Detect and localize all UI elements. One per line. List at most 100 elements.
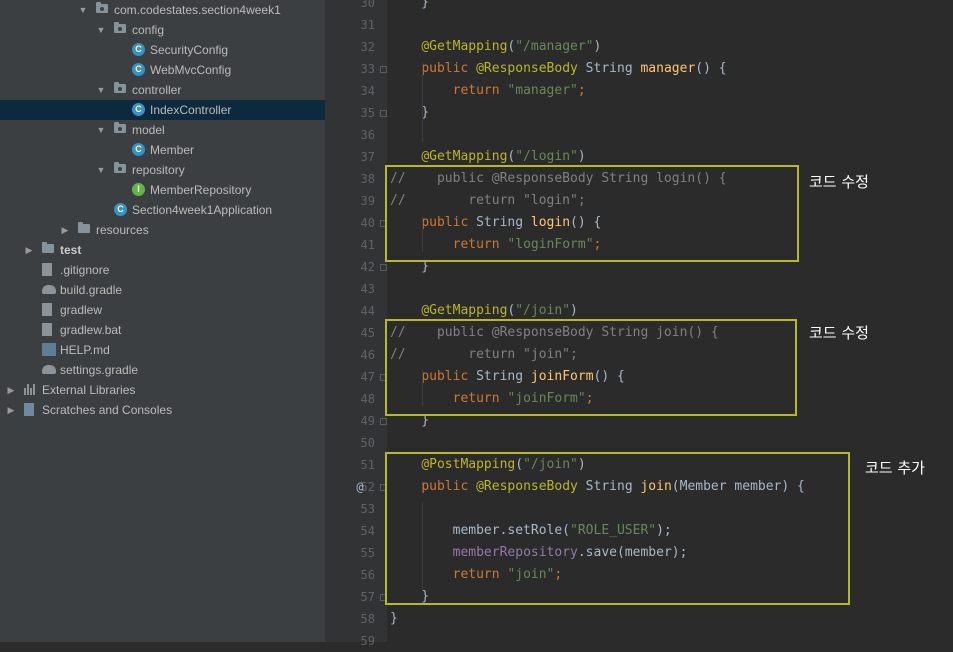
tree-item-label: config [132,23,165,37]
line-number: 58 [360,612,375,626]
gradle-icon [42,365,56,374]
markdown-file-icon [42,343,56,356]
tree-item-external-libraries[interactable]: ▶ External Libraries [0,380,325,400]
line-number: 44 [360,304,375,318]
folder-icon [114,82,126,93]
gradle-icon [42,285,56,294]
class-icon: C [114,203,127,216]
chevron-right-icon[interactable]: ▶ [60,220,70,240]
tree-item-settings-gradle[interactable]: settings.gradle [0,360,325,380]
file-icon [42,263,52,276]
chevron-down-icon[interactable]: ▼ [78,0,88,20]
class-icon: C [132,63,145,76]
line-number: 49 [360,414,375,428]
tree-item-test[interactable]: ▶ test [0,240,325,260]
line-number: 42 [360,260,375,274]
tree-item-label: SecurityConfig [150,43,229,57]
chevron-down-icon[interactable]: ▼ [96,20,106,40]
class-icon: C [132,103,145,116]
line-number: 36 [360,128,375,142]
tree-item-gradlew-bat[interactable]: gradlew.bat [0,320,325,340]
chevron-right-icon[interactable]: ▶ [24,240,34,260]
line-number: 38 [360,172,375,186]
line-number: 56 [360,568,375,582]
fold-marker-icon[interactable] [380,110,387,117]
code-line[interactable]: return "manager"; [390,80,586,102]
line-number: 53 [360,502,375,516]
file-icon [42,303,52,316]
chevron-down-icon[interactable]: ▼ [96,160,106,180]
fold-marker-icon[interactable] [380,418,387,425]
folder-icon [114,22,126,33]
tree-item-webmvcconfig[interactable]: C WebMvcConfig [0,60,325,80]
tree-item-label: HELP.md [60,343,110,357]
tree-item-resources[interactable]: ▶ resources [0,220,325,240]
scratches-icon [24,403,34,416]
class-icon: C [132,143,145,156]
file-icon [42,323,52,336]
chevron-right-icon[interactable]: ▶ [6,380,16,400]
tree-item-label: gradlew [60,303,103,317]
tree-item-label: WebMvcConfig [150,63,232,77]
tree-item-label: Scratches and Consoles [42,403,173,417]
line-number: 41 [360,238,375,252]
annotation-code-modified-login: 코드 수정 [809,173,869,191]
tree-item-gradlew[interactable]: gradlew [0,300,325,320]
tree-item-label: repository [132,163,185,177]
tree-item-label: controller [132,83,182,97]
tree-item-build-gradle[interactable]: build.gradle [0,280,325,300]
line-number: 40 [360,216,375,230]
tree-item-help-md[interactable]: HELP.md [0,340,325,360]
code-line[interactable]: } [390,608,398,630]
libraries-icon [24,384,37,395]
tree-item-label: External Libraries [42,383,136,397]
tree-item-indexcontroller[interactable]: C IndexController [0,100,325,120]
tree-item-label: test [60,243,82,257]
chevron-right-icon[interactable]: ▶ [6,400,16,420]
class-icon: C [132,43,145,56]
fold-marker-icon[interactable] [380,66,387,73]
folder-icon [78,222,90,233]
tree-item-label: Member [150,143,195,157]
project-tree-panel: ▼ com.codestates.section4week1 ▼ config C Sec… [0,0,325,642]
tree-item-memberrepository[interactable]: I MemberRepository [0,180,325,200]
tree-item-model[interactable]: ▼ model [0,120,325,140]
line-number: 35 [360,106,375,120]
fold-marker-icon[interactable] [380,264,387,271]
tree-item-label: .gitignore [60,263,110,277]
implemented-marker-icon[interactable]: @ [354,476,366,498]
tree-item-config[interactable]: ▼ config [0,20,325,40]
tree-item-repository[interactable]: ▼ repository [0,160,325,180]
code-line[interactable]: @GetMapping("/manager") [390,36,601,58]
code-line[interactable]: } [390,0,429,14]
line-number: 52 [360,480,375,494]
tree-item-label: IndexController [150,103,232,117]
line-number: 31 [360,18,375,32]
line-number: 46 [360,348,375,362]
tree-item-scratches-and-consoles[interactable]: ▶ Scratches and Consoles [0,400,325,420]
indent-guide [422,62,423,142]
tree-item-label: Section4week1Application [132,203,273,217]
chevron-down-icon[interactable]: ▼ [96,120,106,140]
code-line[interactable]: public @ResponseBody String manager() { [390,58,726,80]
folder-icon [96,2,108,13]
tree-item-gitignore[interactable]: .gitignore [0,260,325,280]
code-editor[interactable]: 30 31 32 33 34 35 36 37 38 39 40 41 42 43 44 45 46 47 48 49… [325,0,953,648]
tree-item-securityconfig[interactable]: C SecurityConfig [0,40,325,60]
line-number: 45 [360,326,375,340]
tree-item-controller[interactable]: ▼ controller [0,80,325,100]
line-number-gutter: 30 31 32 33 34 35 36 37 38 39 40 41 42 43 44 45 46 47 48 49… [325,0,387,648]
tree-item-label: build.gradle [60,283,123,297]
tree-item-label: settings.gradle [60,363,139,377]
line-number: 57 [360,590,375,604]
tree-item-section4week1application[interactable]: C Section4week1Application [0,200,325,220]
annotation-code-modified-join: 코드 수정 [809,324,869,342]
highlight-box-post-join [385,452,850,605]
tree-item-com-codestates-section4week1[interactable]: ▼ com.codestates.section4week1 [0,0,325,20]
tree-item-member[interactable]: C Member [0,140,325,160]
highlight-box-login [385,165,799,262]
folder-icon [114,162,126,173]
tree-item-label: resources [96,223,149,237]
chevron-down-icon[interactable]: ▼ [96,80,106,100]
code-line[interactable]: } [390,102,429,124]
